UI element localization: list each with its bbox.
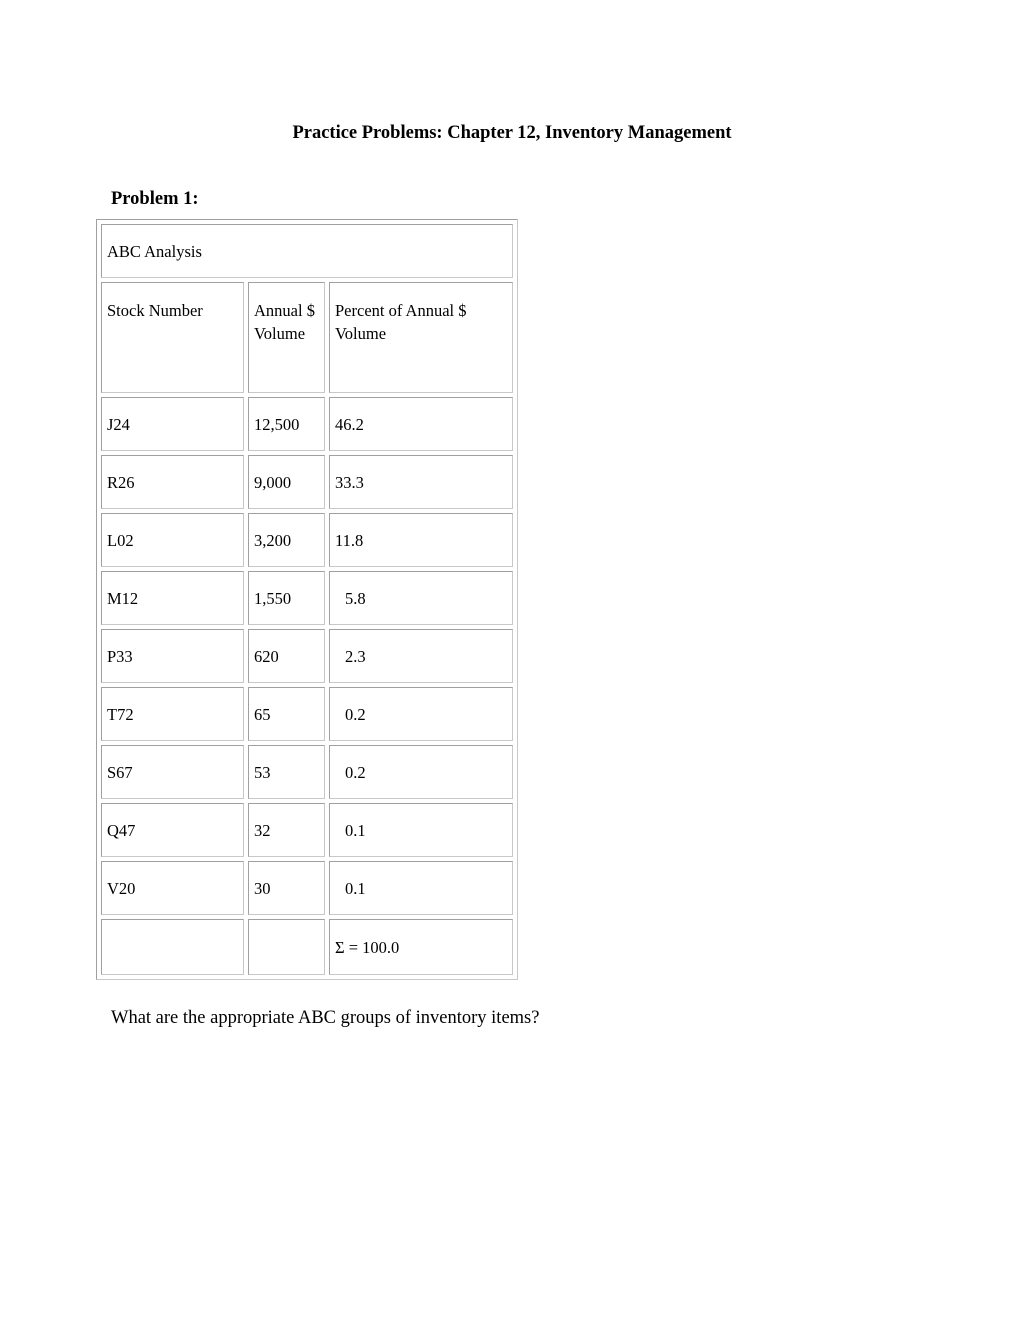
cell-annual-volume: 620 [248, 629, 325, 683]
cell-annual-volume: 1,550 [248, 571, 325, 625]
table-row: V20 30 0.1 [101, 861, 513, 915]
cell-total-stock-number [101, 919, 244, 975]
cell-annual-volume: 3,200 [248, 513, 325, 567]
cell-stock-number: Q47 [101, 803, 244, 857]
cell-percent: 33.3 [329, 455, 513, 509]
cell-percent: 46.2 [329, 397, 513, 451]
cell-percent: 2.3 [329, 629, 513, 683]
table-row: M12 1,550 5.8 [101, 571, 513, 625]
cell-annual-volume: 12,500 [248, 397, 325, 451]
cell-annual-volume: 65 [248, 687, 325, 741]
cell-percent: 0.1 [329, 861, 513, 915]
cell-total-percent: Σ = 100.0 [329, 919, 513, 975]
column-header-stock-number: Stock Number [101, 282, 244, 393]
cell-annual-volume: 53 [248, 745, 325, 799]
table-row: S67 53 0.2 [101, 745, 513, 799]
table-row: L02 3,200 11.8 [101, 513, 513, 567]
table-caption: ABC Analysis [101, 224, 513, 278]
cell-percent: 0.1 [329, 803, 513, 857]
cell-total-annual-volume [248, 919, 325, 975]
table-row: R26 9,000 33.3 [101, 455, 513, 509]
table-row: Q47 32 0.1 [101, 803, 513, 857]
table-total-row: Σ = 100.0 [101, 919, 513, 975]
cell-stock-number: T72 [101, 687, 244, 741]
document-title: Practice Problems: Chapter 12, Inventory… [292, 123, 732, 143]
table-header-row: Stock Number Annual $ Volume Percent of … [101, 282, 513, 393]
column-header-percent: Percent of Annual $ Volume [329, 282, 513, 393]
table-row: J24 12,500 46.2 [101, 397, 513, 451]
problem-heading: Problem 1: [111, 189, 199, 209]
cell-stock-number: S67 [101, 745, 244, 799]
cell-stock-number: P33 [101, 629, 244, 683]
column-header-annual-volume: Annual $ Volume [248, 282, 325, 393]
cell-annual-volume: 30 [248, 861, 325, 915]
abc-analysis-table: ABC Analysis Stock Number Annual $ Volum… [96, 219, 518, 980]
cell-percent: 0.2 [329, 687, 513, 741]
cell-stock-number: J24 [101, 397, 244, 451]
question-text: What are the appropriate ABC groups of i… [111, 1008, 540, 1028]
cell-percent: 11.8 [329, 513, 513, 567]
table-caption-row: ABC Analysis [101, 224, 513, 278]
table-row: P33 620 2.3 [101, 629, 513, 683]
cell-annual-volume: 9,000 [248, 455, 325, 509]
cell-stock-number: R26 [101, 455, 244, 509]
cell-percent: 5.8 [329, 571, 513, 625]
cell-stock-number: M12 [101, 571, 244, 625]
cell-percent: 0.2 [329, 745, 513, 799]
cell-stock-number: V20 [101, 861, 244, 915]
table-row: T72 65 0.2 [101, 687, 513, 741]
cell-stock-number: L02 [101, 513, 244, 567]
cell-annual-volume: 32 [248, 803, 325, 857]
